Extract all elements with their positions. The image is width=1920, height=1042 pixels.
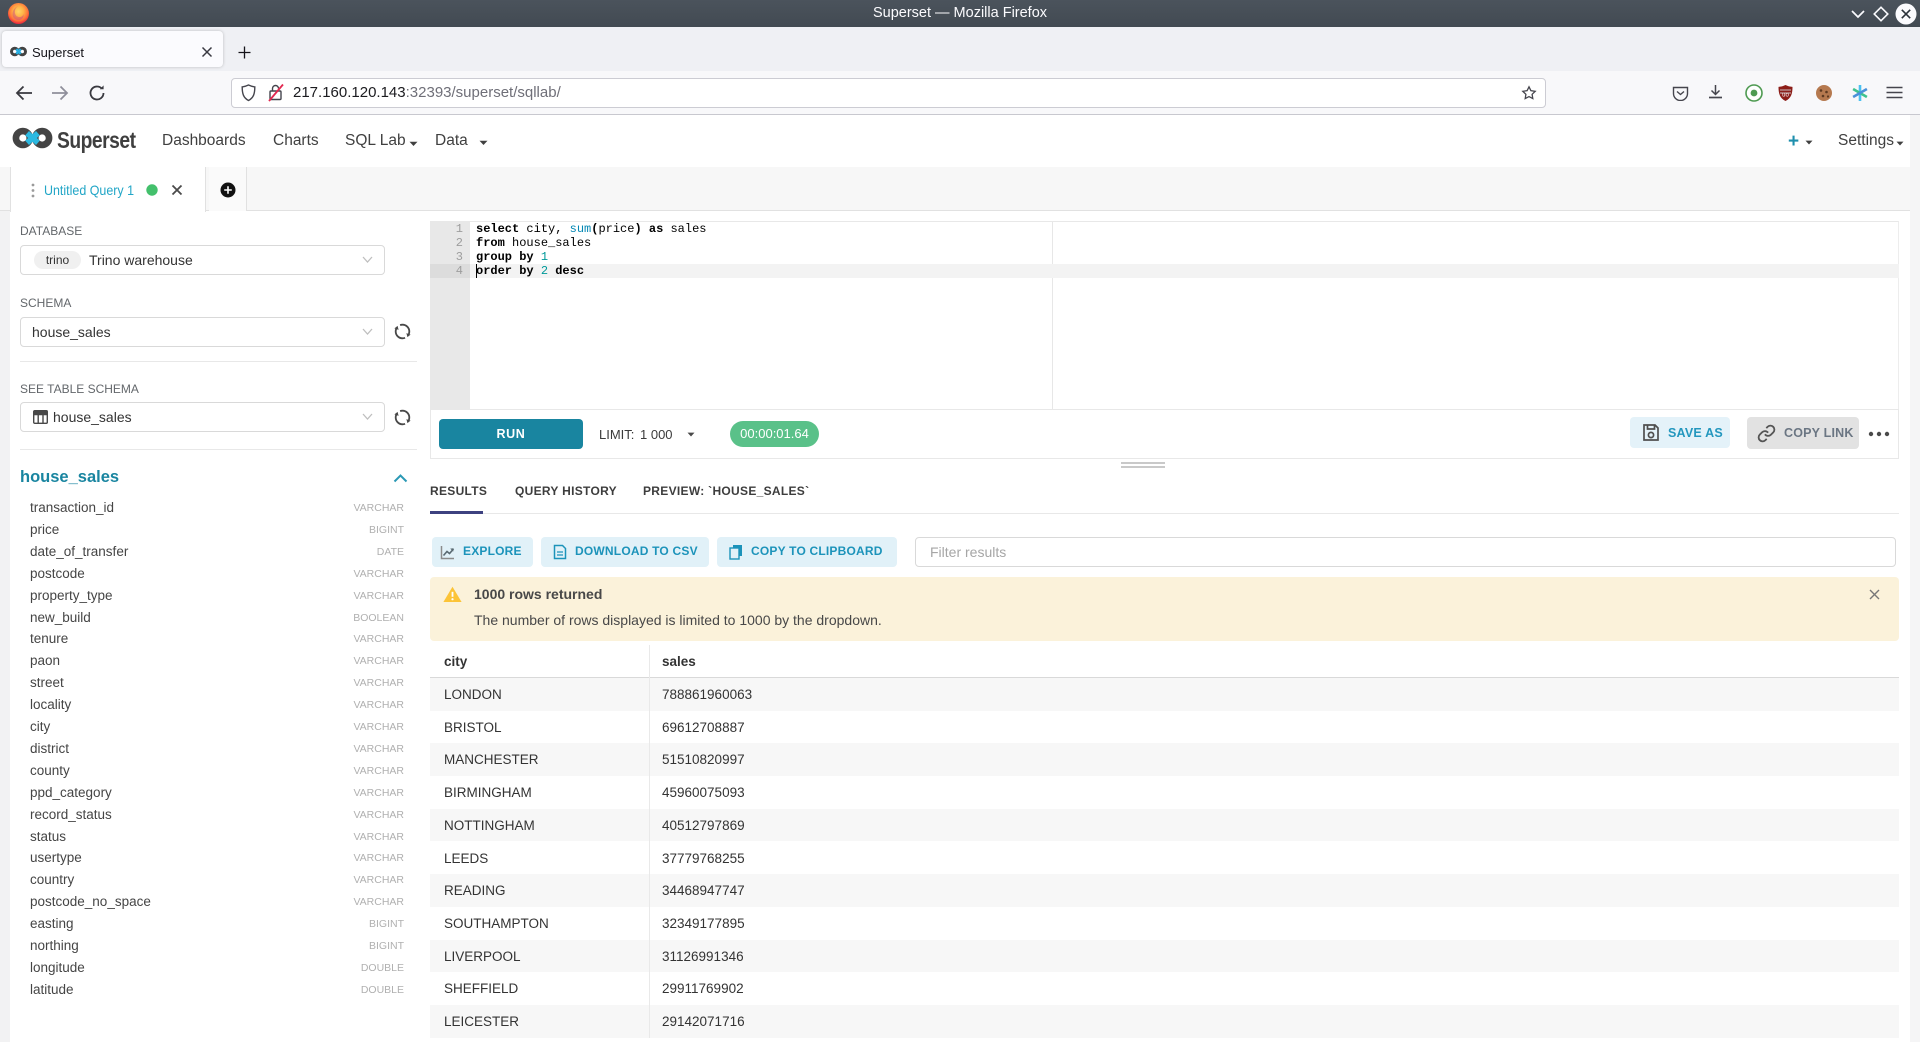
svg-text:uo: uo [1782, 93, 1789, 99]
